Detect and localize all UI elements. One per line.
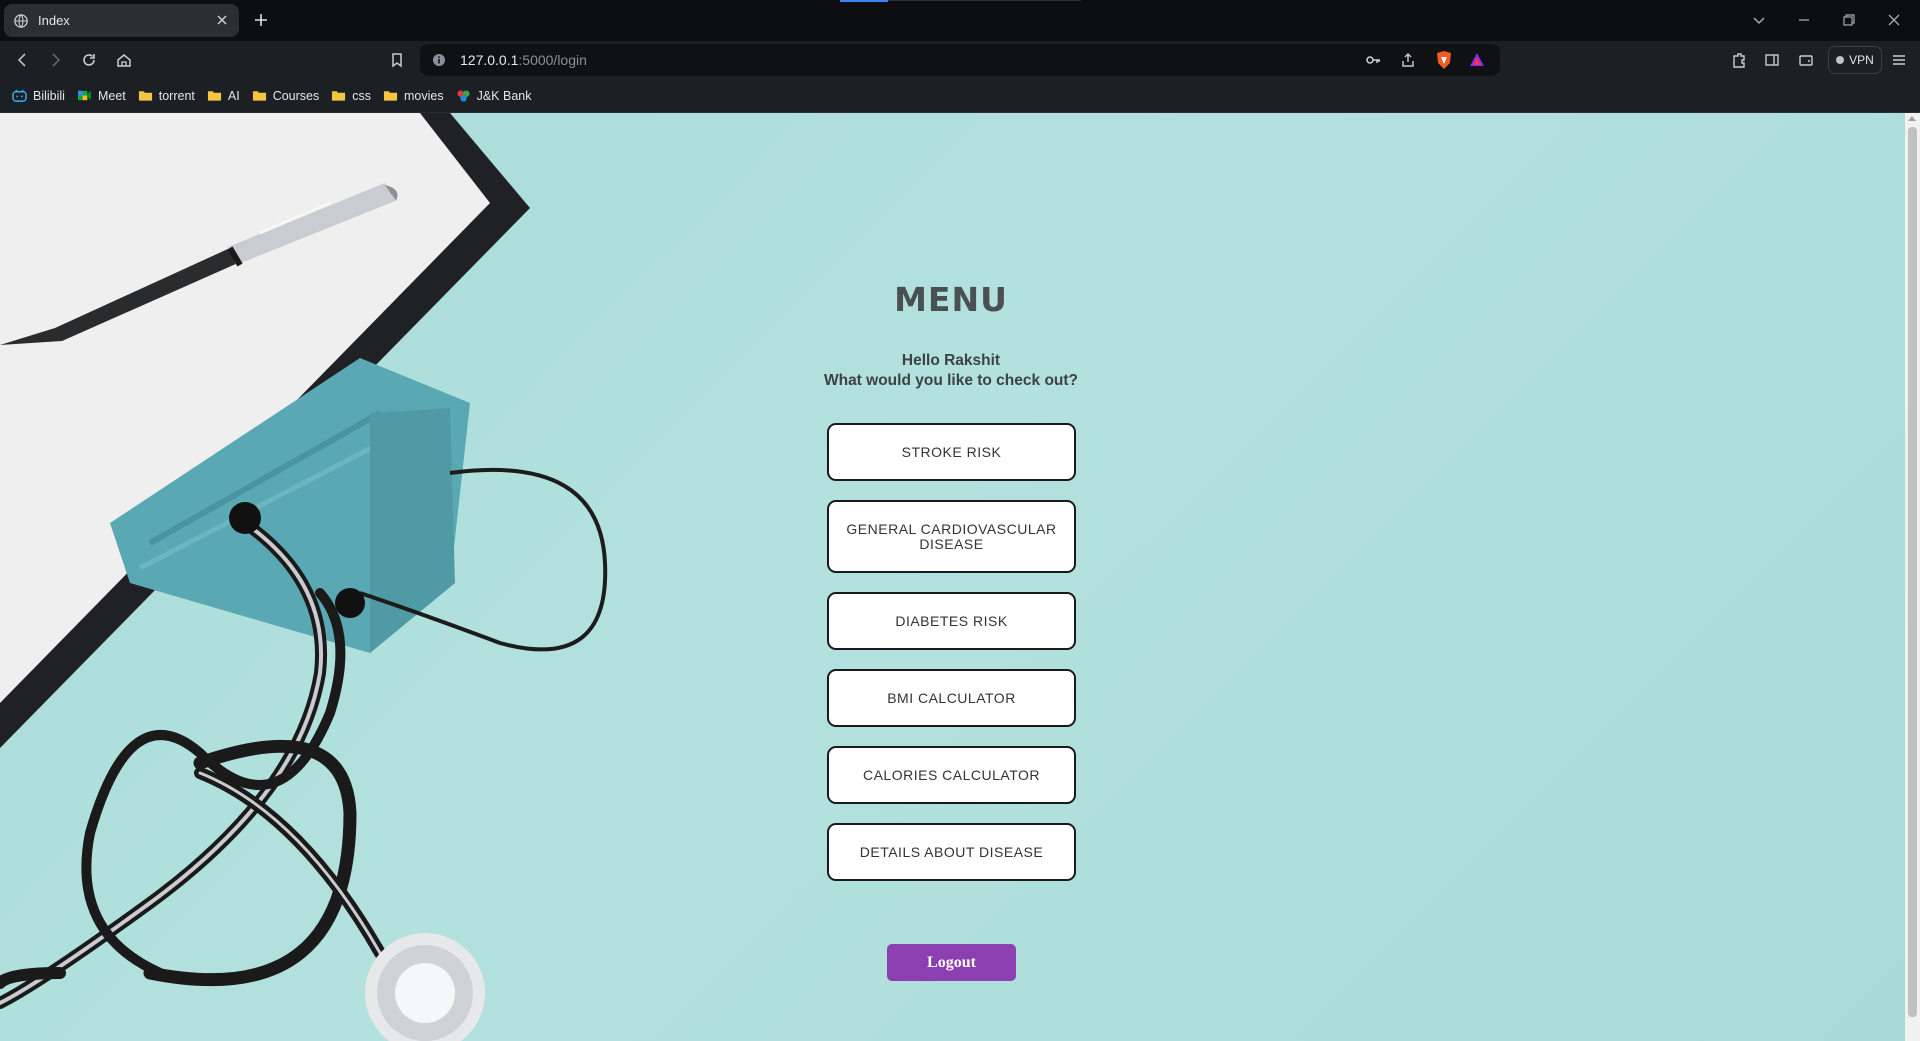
bookmark-css[interactable]: css <box>331 89 371 103</box>
browser-tab-strip: Index <box>0 0 1920 41</box>
tab-strip-line <box>888 0 1081 1</box>
bookmark-label: movies <box>404 88 444 103</box>
bookmark-label: Bilibili <box>33 88 65 103</box>
tab-strip-accent <box>840 0 888 2</box>
browser-tab[interactable]: Index <box>4 4 239 37</box>
folder-icon <box>332 91 346 101</box>
brave-shield-icon[interactable] <box>1435 50 1453 70</box>
share-icon[interactable] <box>1400 52 1416 68</box>
bookmark-bilibili[interactable]: Bilibili <box>12 89 65 103</box>
hamburger-menu-icon[interactable] <box>1890 51 1908 69</box>
bookmark-label: Courses <box>272 88 320 103</box>
folder-icon <box>252 91 266 101</box>
bookmark-label: J&K Bank <box>476 88 532 103</box>
bookmark-icon[interactable] <box>388 51 406 69</box>
new-tab-icon[interactable] <box>252 11 270 29</box>
site-info-icon[interactable] <box>432 53 446 67</box>
folder-icon <box>138 91 152 101</box>
bookmark-label: Meet <box>97 88 126 103</box>
tab-search-chevron-icon[interactable] <box>1750 11 1768 29</box>
bookmark-jk-bank[interactable]: J&K Bank <box>456 88 532 103</box>
scrollbar-thumb[interactable] <box>1908 127 1917 1017</box>
minimize-icon[interactable] <box>1795 11 1813 29</box>
folder-icon <box>207 91 221 101</box>
bank-icon <box>457 90 470 102</box>
vpn-button[interactable]: VPN <box>1828 46 1882 74</box>
close-window-icon[interactable] <box>1885 11 1903 29</box>
earpiece-icon <box>335 588 365 618</box>
sidebar-icon[interactable] <box>1763 51 1781 69</box>
close-tab-icon[interactable] <box>215 13 229 27</box>
folder-icon <box>383 91 398 101</box>
earpiece-icon <box>229 502 261 534</box>
vpn-label: VPN <box>1849 53 1874 67</box>
bookmark-meet[interactable]: Meet <box>77 89 126 103</box>
home-icon[interactable] <box>115 51 133 69</box>
bookmarks-bar: Bilibili Meet torrent AI Courses css mov… <box>0 79 1920 113</box>
medical-background-illustration <box>0 113 608 1041</box>
logout-button[interactable]: Logout <box>887 944 1016 981</box>
stroke-risk-button[interactable]: STROKE RISK <box>827 423 1076 481</box>
tab-title: Index <box>38 13 70 28</box>
bookmark-movies[interactable]: movies <box>383 89 444 103</box>
browser-toolbar: 127.0.0.1:5000/login VPN <box>0 41 1920 79</box>
bookmark-ai[interactable]: AI <box>207 89 240 103</box>
wallet-icon[interactable] <box>1797 51 1815 69</box>
forward-icon[interactable] <box>46 51 64 69</box>
back-icon[interactable] <box>14 51 32 69</box>
bookmark-label: torrent <box>158 88 195 103</box>
meet-icon <box>77 90 91 101</box>
cardiovascular-disease-button[interactable]: GENERAL CARDIOVASCULAR DISEASE <box>827 500 1076 573</box>
calories-calculator-button[interactable]: CALORIES CALCULATOR <box>827 746 1076 804</box>
vpn-status-icon <box>1836 56 1845 64</box>
bookmark-label: css <box>352 88 371 103</box>
page-viewport: MENU Hello Rakshit What would you like t… <box>0 113 1905 1041</box>
bookmark-label: AI <box>227 88 240 103</box>
bookmark-torrent[interactable]: torrent <box>138 89 195 103</box>
page-scrollbar[interactable] <box>1905 113 1920 1041</box>
bilibili-icon <box>12 89 27 102</box>
bmi-calculator-button[interactable]: BMI CALCULATOR <box>827 669 1076 727</box>
extensions-icon[interactable] <box>1730 51 1748 69</box>
disease-details-button[interactable]: DETAILS ABOUT DISEASE <box>827 823 1076 881</box>
page-title: MENU <box>894 280 1008 319</box>
reload-icon[interactable] <box>80 51 98 69</box>
url-path: :5000/login <box>518 52 587 68</box>
bookmark-courses[interactable]: Courses <box>252 88 320 103</box>
restore-icon[interactable] <box>1840 11 1858 29</box>
scroll-up-arrow-icon[interactable] <box>1908 116 1916 121</box>
greeting-name: Hello Rakshit <box>901 352 1001 369</box>
brave-rewards-icon[interactable] <box>1468 51 1486 69</box>
url-host: 127.0.0.1 <box>460 52 519 68</box>
url-text[interactable]: 127.0.0.1:5000/login <box>460 52 587 68</box>
globe-icon <box>14 13 28 28</box>
address-bar[interactable]: 127.0.0.1:5000/login <box>420 44 1500 76</box>
key-icon[interactable] <box>1365 52 1381 68</box>
greeting: Hello Rakshit What would you like to che… <box>700 351 1202 391</box>
greeting-question: What would you like to check out? <box>823 372 1079 389</box>
diabetes-risk-button[interactable]: DIABETES RISK <box>827 592 1076 650</box>
